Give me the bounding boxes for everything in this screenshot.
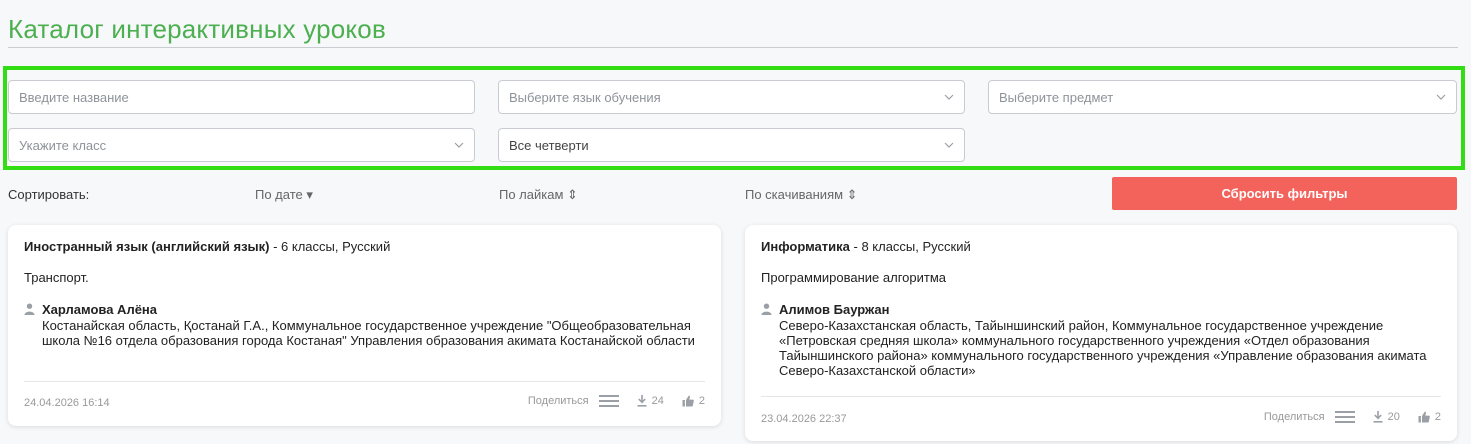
- like-stat[interactable]: 2: [1418, 411, 1441, 423]
- card-author-name[interactable]: Алимов Бауржан: [779, 302, 890, 317]
- share-label[interactable]: Поделиться: [1264, 411, 1325, 423]
- chevron-down-icon: [1436, 94, 1446, 100]
- page-title: Каталог интерактивных уроков: [8, 14, 386, 44]
- grade-select[interactable]: Укажите класс: [8, 128, 475, 162]
- like-stat[interactable]: 2: [682, 395, 705, 407]
- download-icon: [637, 395, 647, 407]
- language-select[interactable]: Выберите язык обучения: [498, 80, 965, 114]
- chevron-down-icon: [944, 142, 954, 148]
- download-stat[interactable]: 24: [637, 395, 664, 407]
- card-divider: [761, 396, 1441, 397]
- like-count: 2: [1434, 411, 1441, 423]
- card-subject: Информатика: [761, 239, 850, 254]
- lesson-card[interactable]: Иностранный язык (английский язык) - 6 к…: [8, 225, 721, 426]
- quarter-select[interactable]: Все четверти: [498, 128, 965, 162]
- sort-by-downloads[interactable]: По скачиваниям ⇕: [745, 187, 858, 203]
- card-date: 24.04.2026 16:14: [24, 397, 110, 409]
- card-actions: Поделиться 20 2: [1264, 410, 1441, 424]
- card-subject-line: Иностранный язык (английский язык) - 6 к…: [24, 239, 390, 254]
- card-topic: Программирование алгоритма: [761, 270, 946, 285]
- sort-label: Сортировать:: [8, 187, 90, 202]
- user-icon: [761, 303, 772, 315]
- card-date: 23.04.2026 22:37: [761, 413, 847, 425]
- card-subject: Иностранный язык (английский язык): [24, 239, 270, 254]
- card-subject-line: Информатика - 8 классы, Русский: [761, 239, 971, 254]
- card-actions: Поделиться 24 2: [528, 394, 705, 408]
- lesson-card[interactable]: Информатика - 8 классы, Русский Программ…: [745, 225, 1457, 441]
- card-details: - 6 классы, Русский: [269, 239, 391, 254]
- search-input[interactable]: [19, 89, 464, 105]
- download-count: 24: [651, 395, 664, 407]
- download-stat[interactable]: 20: [1373, 411, 1400, 423]
- chevron-down-icon: [454, 142, 464, 148]
- search-input-field[interactable]: [8, 80, 475, 114]
- card-author-name[interactable]: Харламова Алёна: [42, 302, 157, 317]
- like-icon: [1418, 411, 1430, 423]
- share-label[interactable]: Поделиться: [528, 395, 589, 407]
- subject-select[interactable]: Выберите предмет: [988, 80, 1457, 114]
- sort-by-date[interactable]: По дате ▾: [255, 187, 313, 203]
- reset-filters-button[interactable]: Сбросить фильтры: [1112, 177, 1457, 210]
- like-icon: [682, 395, 694, 407]
- language-select-placeholder: Выберите язык обучения: [509, 89, 661, 105]
- card-details: - 8 классы, Русский: [849, 239, 971, 254]
- menu-icon[interactable]: [598, 394, 619, 408]
- grade-select-placeholder: Укажите класс: [19, 137, 107, 153]
- quarter-select-value: Все четверти: [509, 137, 589, 153]
- subject-select-placeholder: Выберите предмет: [999, 89, 1114, 105]
- sort-by-likes[interactable]: По лайкам ⇕: [499, 187, 578, 203]
- chevron-down-icon: [944, 94, 954, 100]
- menu-icon[interactable]: [1334, 410, 1355, 424]
- title-divider: [8, 47, 1458, 48]
- card-divider: [24, 381, 705, 382]
- card-topic: Транспорт.: [24, 270, 89, 285]
- download-count: 20: [1387, 411, 1400, 423]
- user-icon: [24, 303, 35, 315]
- like-count: 2: [698, 395, 705, 407]
- download-icon: [1373, 411, 1383, 423]
- card-author-organization: Северо-Казахстанская область, Тайыншинск…: [779, 318, 1427, 378]
- card-author-organization: Костанайская область, Қостанай Г.А., Ком…: [42, 318, 695, 348]
